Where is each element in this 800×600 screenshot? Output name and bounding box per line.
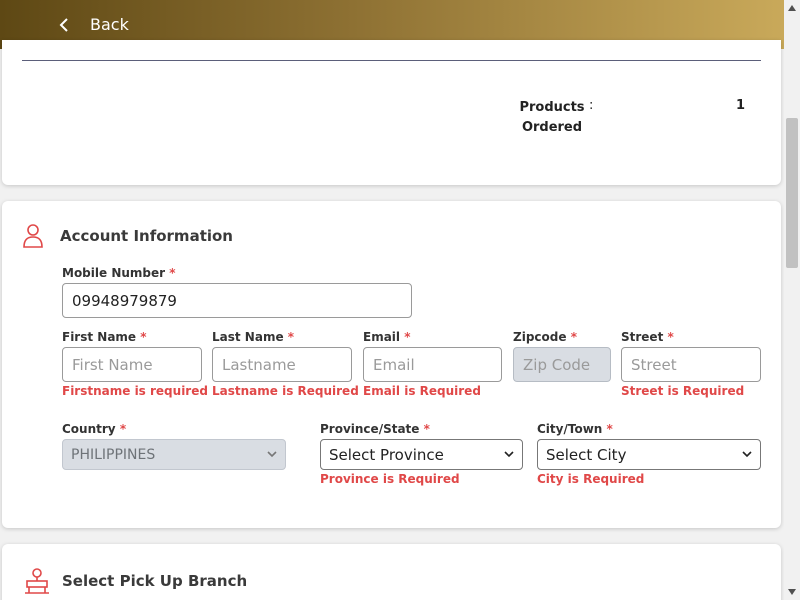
last-name-input[interactable] xyxy=(212,347,352,382)
scroll-down-icon[interactable] xyxy=(788,589,796,595)
province-error: Province is Required xyxy=(320,472,460,486)
last-name-error: Lastname is Required xyxy=(212,384,359,398)
first-name-error: Firstname is required xyxy=(62,384,208,398)
products-ordered-label: Products Ordered xyxy=(519,100,585,135)
scrollbar-thumb[interactable] xyxy=(786,118,798,268)
section-title: Account Information xyxy=(60,227,233,245)
city-select[interactable]: Select City xyxy=(537,439,761,470)
divider xyxy=(22,60,761,61)
zipcode-label: Zipcode * xyxy=(513,330,577,344)
order-summary-card: Products Ordered : 1 xyxy=(2,40,781,185)
first-name-label: First Name * xyxy=(62,330,147,344)
section-title: Select Pick Up Branch xyxy=(62,572,248,590)
country-select: PHILIPPINES xyxy=(62,439,286,470)
back-label: Back xyxy=(90,15,129,34)
mobile-number-input[interactable] xyxy=(62,283,412,318)
account-information-card: Account Information Mobile Number * Firs… xyxy=(2,201,781,528)
chevron-down-icon xyxy=(504,451,514,458)
scroll-up-icon[interactable] xyxy=(788,5,796,11)
city-error: City is Required xyxy=(537,472,645,486)
province-label: Province/State * xyxy=(320,422,430,436)
separator-colon: : xyxy=(589,98,594,113)
store-icon xyxy=(25,568,49,594)
chevron-left-icon xyxy=(59,17,68,32)
first-name-input[interactable] xyxy=(62,347,202,382)
email-error: Email is Required xyxy=(363,384,481,398)
mobile-number-label: Mobile Number * xyxy=(62,266,176,280)
pickup-branch-card: Select Pick Up Branch xyxy=(2,544,781,600)
street-error: Street is Required xyxy=(621,384,745,398)
chevron-down-icon xyxy=(742,451,752,458)
zipcode-input xyxy=(513,347,611,382)
chevron-down-icon xyxy=(267,451,277,458)
back-button[interactable]: Back xyxy=(58,15,129,34)
province-select[interactable]: Select Province xyxy=(320,439,523,470)
street-input[interactable] xyxy=(621,347,761,382)
products-ordered-value: 1 xyxy=(736,98,746,113)
user-icon xyxy=(23,224,43,248)
email-label: Email * xyxy=(363,330,411,344)
section-header: Account Information xyxy=(22,223,233,249)
section-header: Select Pick Up Branch xyxy=(22,566,247,596)
last-name-label: Last Name * xyxy=(212,330,295,344)
email-input[interactable] xyxy=(363,347,502,382)
country-label: Country * xyxy=(62,422,127,436)
street-label: Street * xyxy=(621,330,674,344)
scrollbar[interactable] xyxy=(784,0,800,600)
city-label: City/Town * xyxy=(537,422,613,436)
